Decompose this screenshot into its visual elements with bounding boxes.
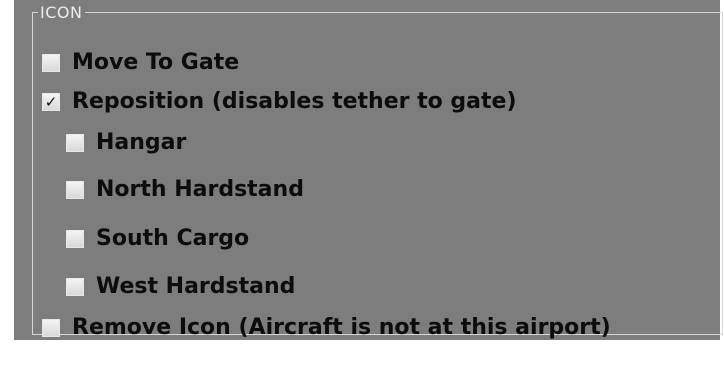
checkmark-icon: ✓ (44, 93, 58, 111)
west-hardstand-option[interactable]: West Hardstand (66, 274, 295, 300)
hangar-checkbox[interactable] (66, 134, 84, 152)
reposition-checkbox[interactable]: ✓ (42, 93, 60, 111)
move-to-gate-option[interactable]: Move To Gate (42, 50, 239, 76)
reposition-option[interactable]: ✓ Reposition (disables tether to gate) (42, 89, 517, 115)
west-hardstand-label: West Hardstand (96, 274, 296, 299)
north-hardstand-checkbox[interactable] (66, 181, 84, 199)
hangar-label: Hangar (96, 130, 187, 155)
remove-icon-option[interactable]: Remove Icon (Aircraft is not at this air… (42, 315, 611, 341)
south-cargo-label: South Cargo (96, 226, 250, 251)
remove-icon-checkbox[interactable] (42, 319, 60, 337)
move-to-gate-label: Move To Gate (72, 50, 240, 75)
icon-options-panel: ICON Move To Gate ✓ Reposition (disables… (14, 0, 723, 341)
reposition-label: Reposition (disables tether to gate) (72, 89, 517, 114)
hangar-option[interactable]: Hangar (66, 130, 186, 156)
south-cargo-checkbox[interactable] (66, 230, 84, 248)
move-to-gate-checkbox[interactable] (42, 54, 60, 72)
remove-icon-label: Remove Icon (Aircraft is not at this air… (72, 315, 611, 340)
west-hardstand-checkbox[interactable] (66, 278, 84, 296)
north-hardstand-option[interactable]: North Hardstand (66, 177, 304, 203)
groupbox-title: ICON (38, 5, 86, 21)
north-hardstand-label: North Hardstand (96, 177, 304, 202)
south-cargo-option[interactable]: South Cargo (66, 226, 249, 252)
